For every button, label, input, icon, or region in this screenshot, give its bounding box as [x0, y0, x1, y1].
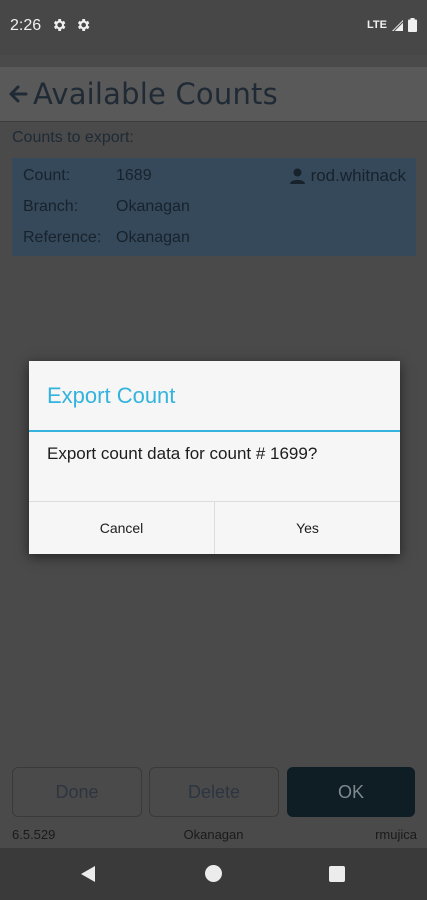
footer-branch: Okanagan	[183, 827, 244, 842]
delete-button[interactable]: Delete	[149, 767, 279, 817]
count-row: Count: 1689	[23, 167, 152, 185]
arrow-left-icon[interactable]	[8, 84, 28, 104]
cancel-button[interactable]: Cancel	[29, 502, 214, 554]
person-icon	[289, 168, 305, 184]
count-label: Count:	[23, 167, 71, 184]
settings-gear-icon	[77, 19, 90, 31]
export-count-dialog: Export Count Export count data for count…	[29, 361, 400, 554]
dialog-message: Export count data for count # 1699?	[47, 444, 318, 463]
reference-value: Okanagan	[116, 229, 190, 246]
footer: 6.5.529 Okanagan rmujica	[0, 827, 427, 847]
count-value: 1689	[116, 167, 152, 184]
status-indicators: LTE	[367, 18, 417, 32]
nav-recent-square-icon[interactable]	[329, 866, 345, 882]
reference-label: Reference:	[23, 229, 102, 246]
count-user: rod.whitnack	[289, 166, 406, 186]
page-title: Available Counts	[33, 77, 278, 111]
reference-row: Reference: Okanagan	[23, 229, 190, 247]
nav-home-circle-icon[interactable]	[205, 865, 222, 882]
app-bar: Available Counts	[0, 67, 427, 122]
yes-button[interactable]: Yes	[214, 502, 400, 554]
dialog-button-bar: Cancel Yes	[29, 501, 400, 554]
branch-label: Branch:	[23, 198, 79, 215]
count-list-item[interactable]: Count: 1689 rod.whitnack Branch: Okanaga…	[12, 158, 416, 256]
battery-icon	[408, 18, 417, 32]
system-nav-bar	[0, 848, 427, 900]
dialog-divider	[29, 430, 400, 432]
branch-row: Branch: Okanagan	[23, 198, 190, 216]
dialog-title: Export Count	[47, 383, 176, 408]
branch-value: Okanagan	[116, 198, 190, 215]
nav-back-triangle-icon[interactable]	[80, 865, 96, 883]
ok-button[interactable]: OK	[287, 767, 415, 817]
signal-icon	[392, 19, 404, 31]
count-user-name: rod.whitnack	[310, 166, 406, 185]
section-label: Counts to export:	[12, 129, 134, 146]
footer-user: rmujica	[375, 827, 417, 842]
status-bar: 2:26 LTE	[0, 0, 427, 55]
settings-gear-icon	[53, 19, 66, 31]
network-type: LTE	[367, 19, 387, 31]
done-button[interactable]: Done	[12, 767, 142, 817]
status-time: 2:26	[10, 17, 42, 34]
